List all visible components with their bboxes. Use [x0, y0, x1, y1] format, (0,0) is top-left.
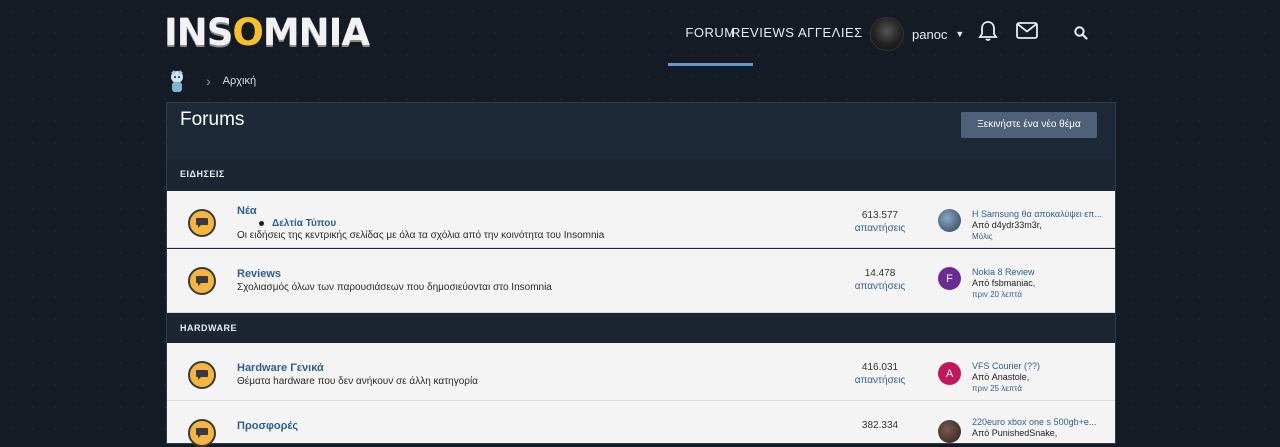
chat-bubble-icon	[196, 218, 208, 228]
last-post: H Samsung θα αποκαλύψει επ... Από d4ydr3…	[972, 209, 1112, 242]
page-title: Forums	[180, 109, 245, 130]
mascot-home-icon[interactable]	[164, 68, 190, 94]
forum-row: Hardware Γενικά Θέματα hardware που δεν …	[167, 343, 1115, 401]
reply-count: 14.478	[864, 268, 896, 279]
forum-node-icon	[188, 267, 216, 295]
site-logo[interactable]: INS O MNIA	[164, 10, 370, 54]
forum-node-icon	[188, 361, 216, 389]
last-post-time[interactable]: Μόλις	[972, 231, 1112, 242]
new-thread-button[interactable]: Ξεκινήστε ένα νέο θέμα	[961, 112, 1097, 138]
nav-reviews-wrap: REVIEWS	[725, 0, 800, 66]
chat-bubble-icon	[196, 276, 208, 286]
last-post-title-link[interactable]: H Samsung θα αποκαλύψει επ...	[972, 209, 1112, 220]
search-icon[interactable]	[1074, 26, 1088, 40]
forum-stats: 14.478 απαντήσεις	[817, 268, 943, 292]
envelope-icon[interactable]	[1016, 22, 1038, 39]
nav-ads-link[interactable]: ΑΓΓΕΛΙΕΣ	[792, 0, 869, 66]
forum-description: Οι ειδήσεις της κεντρικής σελίδας με όλα…	[237, 230, 605, 241]
user-menu[interactable]: panoc ▼	[870, 17, 964, 51]
category-header-news[interactable]: ΕΙΔΗΣΕΙΣ	[167, 159, 1115, 189]
forum-title-link[interactable]: Reviews	[237, 268, 281, 280]
forum-node-icon	[188, 419, 216, 447]
bell-icon[interactable]	[978, 20, 998, 42]
last-post-title-link[interactable]: Nokia 8 Review	[972, 267, 1112, 278]
last-post-author[interactable]: Από PunishedSnake,	[972, 428, 1112, 439]
last-post-title-link[interactable]: 220euro xbox one s 500gb+e...	[972, 417, 1112, 428]
last-post: VFS Courier (??) Από Anastole, πριν 25 λ…	[972, 361, 1112, 394]
forum-title-link[interactable]: Νέα	[237, 205, 257, 217]
forum-row: Reviews Σχολιασμός όλων των παρουσιάσεων…	[167, 249, 1115, 313]
last-post-author[interactable]: Από fsbmaniac,	[972, 278, 1112, 289]
forum-description: Θέματα hardware που δεν ανήκουν σε άλλη …	[237, 376, 478, 387]
reply-count-label: απαντήσεις	[854, 223, 906, 234]
forum-description: Σχολιασμός όλων των παρουσιάσεων που δημ…	[237, 282, 552, 293]
nav-ads-wrap: ΑΓΓΕΛΙΕΣ	[792, 0, 869, 66]
moon-logo-glyph: O	[232, 10, 263, 54]
bullet-icon	[259, 221, 264, 226]
reply-count-label: απαντήσεις	[854, 375, 906, 386]
reply-count: 382.334	[861, 420, 899, 431]
forum-node-icon	[188, 209, 216, 237]
chevron-down-icon: ▼	[955, 29, 965, 39]
last-poster-avatar[interactable]	[938, 209, 961, 232]
last-poster-avatar[interactable]: F	[938, 267, 961, 290]
forum-title-link[interactable]: Hardware Γενικά	[237, 362, 324, 374]
reply-count: 613.577	[861, 210, 899, 221]
last-post-title-link[interactable]: VFS Courier (??)	[972, 361, 1112, 372]
nav-reviews-link[interactable]: REVIEWS	[725, 0, 800, 66]
user-avatar	[870, 17, 904, 51]
chat-bubble-icon	[196, 428, 208, 438]
subforum-link[interactable]: Δελτία Τύπου	[237, 218, 336, 229]
last-post-time[interactable]: πριν 20 λεπτά	[972, 289, 1112, 300]
last-poster-avatar[interactable]: A	[938, 362, 961, 385]
breadcrumb-home-link[interactable]: Αρχική	[223, 75, 256, 87]
forum-stats: 613.577 απαντήσεις	[817, 210, 943, 234]
reply-count: 416.031	[861, 362, 899, 373]
forum-title-link[interactable]: Προσφορές	[237, 420, 298, 432]
last-poster-avatar[interactable]	[938, 420, 961, 443]
last-post: Nokia 8 Review Από fsbmaniac, πριν 20 λε…	[972, 267, 1112, 300]
last-post-author[interactable]: Από d4ydr33m3r,	[972, 220, 1112, 231]
reply-count-label: απαντήσεις	[854, 281, 906, 292]
category-header-hardware[interactable]: HARDWARE	[167, 313, 1115, 343]
last-post: 220euro xbox one s 500gb+e... Από Punish…	[972, 417, 1112, 439]
forum-row: Προσφορές 382.334 220euro xbox one s 500…	[167, 401, 1115, 447]
chat-bubble-icon	[196, 370, 208, 380]
chevron-right-icon: ›	[206, 73, 211, 89]
forum-stats: 382.334	[817, 420, 943, 431]
username: panoc	[912, 26, 948, 42]
forum-stats: 416.031 απαντήσεις	[817, 362, 943, 386]
forums-panel: Forums Ξεκινήστε ένα νέο θέμα ΕΙΔΗΣΕΙΣ Ν…	[166, 102, 1116, 447]
forum-row: Νέα Δελτία Τύπου Οι ειδήσεις της κεντρικ…	[167, 191, 1115, 248]
last-post-author[interactable]: Από Anastole,	[972, 372, 1112, 383]
top-navigation-bar: INS O MNIA FORUM REVIEWS ΑΓΓΕΛΙΕΣ panoc ▼	[0, 0, 1280, 66]
last-post-time[interactable]: πριν 25 λεπτά	[972, 383, 1112, 394]
breadcrumb: › Αρχική	[164, 66, 256, 96]
